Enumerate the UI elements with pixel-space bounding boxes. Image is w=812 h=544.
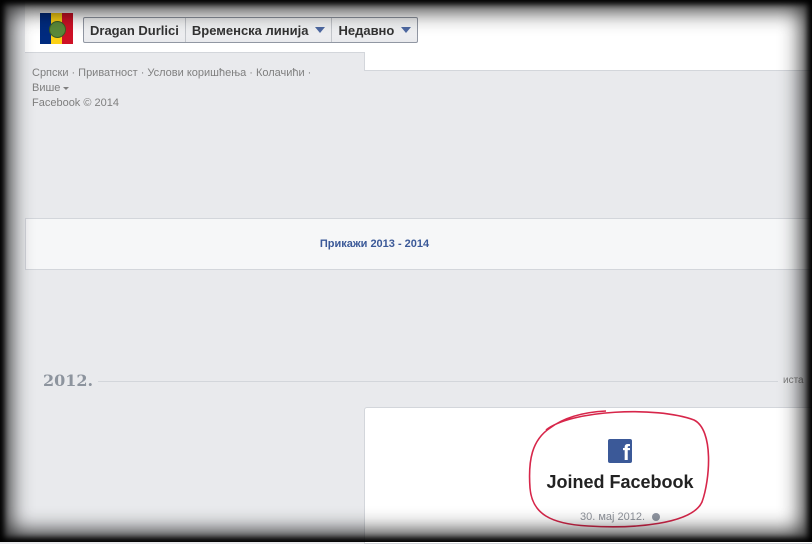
footer-links: Српски · Приватност · Услови коришћења · Колач…	[32, 67, 312, 109]
facebook-icon: f	[608, 439, 632, 464]
chevron-down-icon	[315, 27, 326, 33]
recent-dropdown[interactable]: Недавно	[332, 18, 417, 42]
divider-line	[98, 381, 778, 382]
event-date[interactable]: 30. мај 2012.	[580, 511, 645, 523]
copyright: Facebook © 2014	[32, 97, 119, 109]
timeline-label: Временска линија	[191, 22, 309, 38]
history-link[interactable]: иста	[783, 375, 804, 386]
chevron-down-icon	[63, 86, 70, 90]
year-label: 2012.	[43, 371, 94, 390]
show-years-link[interactable]: Прикажи 2013 - 2014	[320, 238, 429, 250]
profile-name-label: Dragan Durlici	[90, 22, 179, 38]
timeline-nav: Dragan Durlici Временска линија Недавно	[83, 17, 419, 43]
footer-link-terms[interactable]: Услови коришћења	[147, 67, 246, 79]
footer-link-language[interactable]: Српски	[32, 67, 68, 79]
globe-icon	[652, 513, 661, 522]
footer-link-privacy[interactable]: Приватност	[78, 67, 138, 79]
emblem-icon	[49, 21, 66, 38]
footer-link-cookies[interactable]: Колачићи	[256, 67, 305, 79]
profile-name-button[interactable]: Dragan Durlici	[84, 18, 186, 42]
show-more-bar: Прикажи 2013 - 2014	[25, 218, 812, 270]
footer-more-link[interactable]: Више	[32, 82, 70, 94]
recent-label: Недавно	[338, 22, 395, 38]
timeline-dropdown[interactable]: Временска линија	[186, 18, 333, 42]
timeline-card-top	[364, 52, 812, 71]
footer-more-label: Више	[32, 82, 61, 94]
flag-icon[interactable]	[40, 13, 73, 44]
event-title: Joined Facebook	[546, 472, 694, 492]
event-date-row: 30. мај 2012.	[540, 511, 700, 523]
year-divider: 2012. иста	[25, 370, 812, 392]
chevron-down-icon	[401, 27, 412, 33]
